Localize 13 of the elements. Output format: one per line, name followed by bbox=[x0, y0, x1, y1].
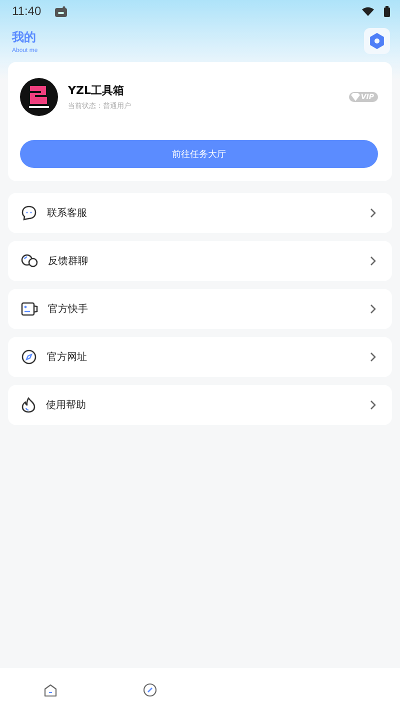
menu-item[interactable]: 使用帮助 bbox=[8, 385, 392, 425]
menu-item[interactable]: 官方快手 bbox=[8, 289, 392, 329]
menu-item[interactable]: 联系客服 bbox=[8, 193, 392, 233]
user-name: YZL工具箱 bbox=[68, 83, 125, 98]
status-time: 11:40 bbox=[12, 4, 42, 18]
menu-label: 官方快手 bbox=[48, 302, 88, 316]
menu-label: 使用帮助 bbox=[46, 398, 86, 412]
menu-label: 官方网址 bbox=[47, 350, 87, 364]
menu-item[interactable]: 反馈群聊 bbox=[8, 241, 392, 281]
menu-item[interactable]: 官方网址 bbox=[8, 337, 392, 377]
menu-label: 联系客服 bbox=[47, 206, 87, 220]
page-title: 我的 bbox=[12, 28, 37, 46]
menu-label: 反馈群聊 bbox=[48, 255, 88, 268]
